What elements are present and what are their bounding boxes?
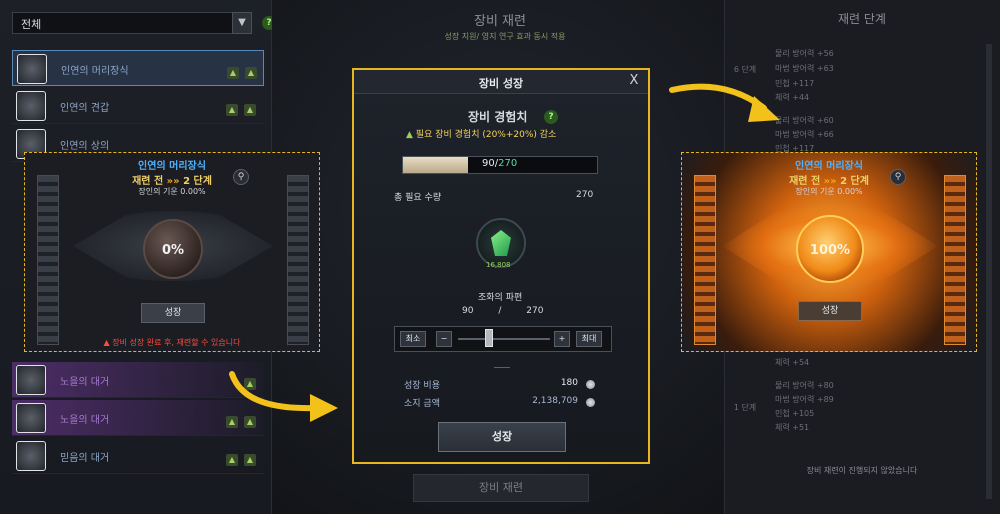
preview-after: 인연의 머리장식 재련 전 »» 2 단계 장인의 기운 0.00% ⚲ 100…: [681, 152, 977, 352]
grow-modal: 장비 성장 X 장비 경험치 ? ▲ 필요 장비 경험치 (20%+20%) 감…: [352, 68, 650, 464]
cost-label: 성장 비용: [404, 381, 440, 391]
stage-label: 6 단계: [733, 65, 757, 74]
item-title: 인연의 머리장식: [795, 161, 863, 172]
grow-icon: ▲: [226, 454, 238, 466]
cost-value: 180: [560, 378, 578, 388]
grow-button[interactable]: 성장: [798, 301, 862, 321]
material-readout: 90 / 270: [462, 306, 544, 316]
grow-button[interactable]: 성장: [141, 303, 205, 323]
stat-line: 물리 방어력 +56: [775, 49, 834, 58]
item-thumbnail: [16, 91, 46, 121]
filter-dropdown[interactable]: 전체: [12, 12, 252, 34]
grow-icon: ▲: [226, 104, 238, 116]
exp-section-title: 장비 경험치: [468, 110, 528, 124]
divider-ornament: [494, 362, 510, 368]
artisan-meter: 장인의 기운 0.00%: [795, 187, 863, 196]
modal-title: 장비 성장: [478, 77, 524, 90]
slider-track[interactable]: [458, 338, 550, 340]
item-thumbnail: [16, 441, 46, 471]
plus-button[interactable]: +: [554, 331, 570, 347]
warning-icon: ▲: [103, 338, 110, 347]
status-note: 장비 재련이 진행되지 않았습니다: [806, 466, 918, 475]
arrow-right-icon: [669, 83, 780, 122]
item-name: 노을의 대거: [60, 377, 110, 388]
stat-line: 마법 방어력 +63: [775, 64, 834, 73]
warning-text: ▲ 장비 성장 완료 후, 재련할 수 있습니다: [103, 338, 241, 347]
grow-button[interactable]: 성장: [438, 422, 566, 452]
scrollbar[interactable]: [986, 44, 992, 499]
panel-title: 재련 단계: [838, 12, 886, 26]
refine-button[interactable]: 장비 재련: [413, 474, 589, 502]
stat-line: 민첩 +105: [775, 409, 815, 418]
material-name: 조화의 파편: [478, 293, 523, 303]
slider-thumb[interactable]: [484, 329, 493, 347]
list-item[interactable]: 인연의 머리장식 ▲ ▲: [12, 50, 264, 86]
page-title: 장비 재련: [474, 14, 526, 29]
item-name: 노을의 대거: [60, 415, 110, 426]
progress-orb: 100%: [796, 215, 864, 283]
total-value: 270: [576, 190, 594, 200]
owned-value: 2,138,709: [532, 396, 578, 406]
item-thumbnail: [17, 54, 47, 84]
gem-count: 16,808: [486, 261, 511, 269]
max-button[interactable]: 최대: [576, 331, 602, 347]
stat-line: 마법 방어력 +89: [775, 395, 834, 404]
grow-icon: ▲: [406, 130, 413, 140]
list-item[interactable]: 인연의 견갑 ▲ ▲: [12, 88, 264, 124]
frame-pillar: [37, 175, 59, 345]
chevron-down-icon[interactable]: ▼: [232, 12, 252, 34]
progress-orb: 0%: [143, 219, 203, 279]
frame-pillar: [694, 175, 716, 345]
exp-fill: [403, 157, 468, 173]
grow-icon: ▲: [244, 454, 256, 466]
artisan-meter: 장인의 기운 0.00%: [138, 187, 206, 196]
required-exp-note: ▲ 필요 장비 경험치 (20%+20%) 감소: [406, 130, 557, 140]
item-name: 인연의 머리장식: [61, 66, 129, 77]
search-icon[interactable]: ⚲: [233, 169, 249, 185]
help-icon[interactable]: ?: [544, 110, 558, 124]
stage-progress: 재련 전 »» 2 단계: [132, 176, 212, 187]
min-button[interactable]: 최소: [400, 331, 426, 347]
item-name: 믿음의 대거: [60, 453, 110, 464]
stat-line: 물리 방어력 +80: [775, 381, 834, 390]
close-icon[interactable]: X: [626, 73, 642, 89]
stat-line: 체력 +54: [775, 358, 810, 367]
exp-readout: 90/270: [482, 158, 518, 169]
frame-pillar: [287, 175, 309, 345]
arrow-right-icon: [229, 371, 338, 422]
grow-icon: ▲: [244, 104, 256, 116]
stat-line: 체력 +51: [775, 423, 810, 432]
page-subtitle: 성장 지원/ 영지 연구 효과 동시 적용: [444, 32, 566, 41]
item-thumbnail: [16, 365, 46, 395]
grow-icon: ▲: [227, 67, 239, 79]
stage-progress: 재련 전 »» 2 단계: [789, 176, 869, 187]
frame-pillar: [944, 175, 966, 345]
silver-coin-icon: [586, 398, 595, 407]
total-label: 총 필요 수량: [394, 193, 442, 203]
item-title: 인연의 머리장식: [138, 161, 206, 172]
search-icon[interactable]: ⚲: [890, 169, 906, 185]
item-name: 인연의 견갑: [60, 103, 110, 114]
owned-label: 소지 금액: [404, 399, 440, 409]
preview-before: 인연의 머리장식 재련 전 »» 2 단계 장인의 기운 0.00% ⚲ 0% …: [24, 152, 320, 352]
item-name: 인연의 상의: [60, 141, 110, 152]
item-thumbnail: [16, 403, 46, 433]
minus-button[interactable]: −: [436, 331, 452, 347]
grow-icon: ▲: [245, 67, 257, 79]
stage-label: 1 단계: [733, 403, 757, 412]
list-item[interactable]: 믿음의 대거 ▲ ▲: [12, 438, 264, 474]
silver-coin-icon: [586, 380, 595, 389]
